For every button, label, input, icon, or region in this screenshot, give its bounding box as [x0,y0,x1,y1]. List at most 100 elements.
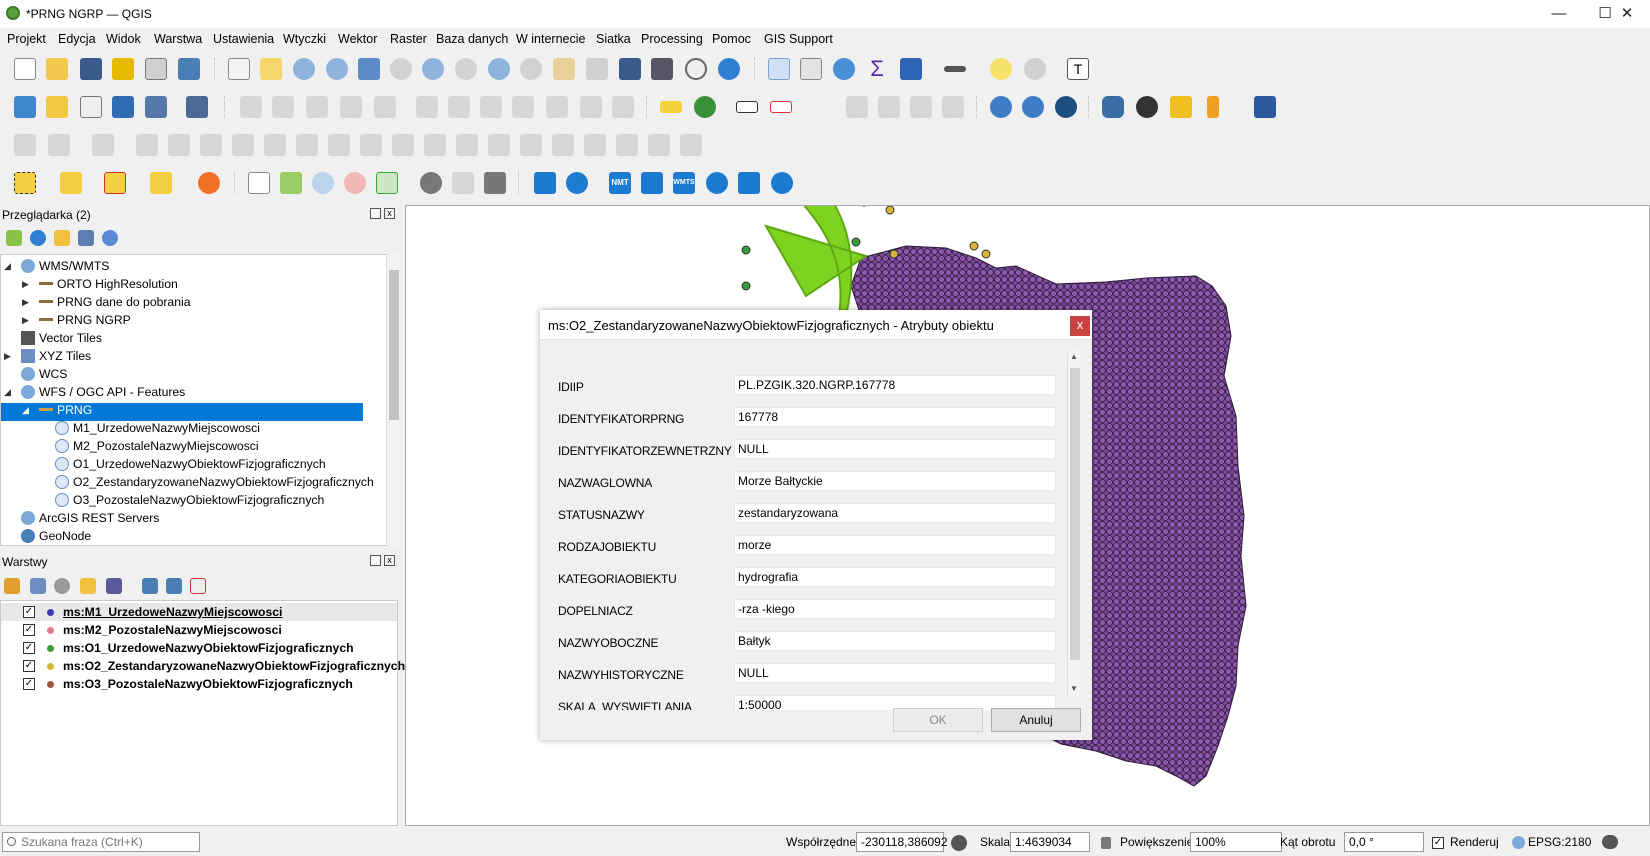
map-tips-icon[interactable] [990,58,1012,80]
web-services-icon[interactable] [1022,96,1044,118]
delete-part-icon[interactable] [392,134,414,156]
menu-ustawienia[interactable]: Ustawienia [213,32,274,46]
add-feature-icon[interactable] [340,96,362,118]
rotate-feature-icon[interactable] [200,134,222,156]
info-icon[interactable] [102,230,118,246]
new-map-view-icon[interactable] [553,58,575,80]
digitize-icon[interactable] [112,96,134,118]
locate-icon[interactable] [344,172,366,194]
field-value-input[interactable]: NULL [734,439,1056,459]
collapse-all-icon[interactable] [166,578,182,594]
field-value-input[interactable]: NULL [734,663,1056,683]
rotate-label-icon[interactable] [910,96,932,118]
select-location-icon[interactable] [150,172,172,194]
extent-icon[interactable] [376,172,398,194]
zoom-point-icon[interactable] [312,172,334,194]
add-part-icon[interactable] [296,134,318,156]
magnifier-field[interactable]: 100% [1190,832,1282,852]
pin-labels-icon[interactable] [770,101,792,113]
layer-visibility-checkbox[interactable]: ✓ [23,642,35,654]
statistics-sigma-icon[interactable]: Σ [866,58,888,80]
python-console-icon[interactable] [1102,96,1124,118]
menu-widok[interactable]: Widok [106,32,141,46]
menu-siatka[interactable]: Siatka [596,32,631,46]
user-icon[interactable] [1207,96,1219,118]
reshape-icon[interactable] [424,134,446,156]
binoculars-icon[interactable] [1136,96,1158,118]
field-value-input[interactable]: Morze Bałtyckie [734,471,1056,491]
layer-visibility-checkbox[interactable]: ✓ [23,624,35,636]
close-panel-icon[interactable]: x [384,208,395,219]
tree-item-prng[interactable]: ◢ PRNG [22,401,92,419]
layer-row-o3[interactable]: ✓ ms:O3_PozostaleNazwyObiektowFizjografi… [1,675,397,693]
menu-raster[interactable]: Raster [390,32,427,46]
scroll-up-icon[interactable]: ▲ [1070,352,1078,361]
add-selected-layers-icon[interactable] [6,230,22,246]
menu-pomoc[interactable]: Pomoc [712,32,751,46]
tree-item-geonode[interactable]: GeoNode [21,527,91,545]
crs-label[interactable]: EPSG:2180 [1528,835,1591,849]
crs-globe-icon[interactable] [1512,836,1525,849]
tree-item-o1[interactable]: O1_UrzedoweNazwyObiektowFizjograficznych [55,455,326,473]
merge-attributes-icon[interactable] [648,134,670,156]
reverse-line-icon[interactable] [488,134,510,156]
tree-item-prng-ngrp[interactable]: ▶ PRNG NGRP [22,311,131,329]
layer-row-m1[interactable]: ✓ ms:M1_UrzedoweNazwyMiejscowosci [1,603,397,621]
menu-projekt[interactable]: Projekt [7,32,46,46]
merge-features-icon[interactable] [616,134,638,156]
refresh-browser-icon[interactable] [30,230,46,246]
add-vector-layer-icon[interactable] [80,96,102,118]
layer-visibility-checkbox[interactable]: ✓ [23,678,35,690]
virtual-layer-icon[interactable] [186,96,208,118]
trim-extend-icon[interactable] [520,134,542,156]
modify-attributes-icon[interactable] [416,96,438,118]
tree-item-wms[interactable]: ◢ WMS/WMTS [4,257,109,275]
measure-line-icon[interactable] [944,66,966,72]
field-value-input[interactable]: morze [734,535,1056,555]
refresh-icon[interactable] [718,58,740,80]
rotation-field[interactable]: 0,0 ° [1344,832,1424,852]
plugin-manager-icon[interactable] [1170,96,1192,118]
messages-icon[interactable] [1602,835,1618,849]
zoom-layer-icon[interactable] [422,58,444,80]
delete-selected-icon[interactable] [448,96,470,118]
metasearch-icon[interactable] [990,96,1012,118]
rotate-point-symbols-icon[interactable] [680,134,702,156]
menu-gis-support[interactable]: GIS Support [764,32,833,46]
help-icon[interactable] [1254,96,1276,118]
field-value-input[interactable]: zestandaryzowana [734,503,1056,523]
toggle-editing-icon[interactable] [272,96,294,118]
add-delimited-icon[interactable] [145,96,167,118]
print-layout-icon[interactable] [145,58,167,80]
menu-warstwa[interactable]: Warstwa [154,32,202,46]
deselect-icon[interactable] [104,172,126,194]
fill-ring-icon[interactable] [328,134,350,156]
float-panel-icon[interactable] [370,555,381,566]
close-panel-icon[interactable]: x [384,555,395,566]
ogc-client-icon[interactable] [1055,96,1077,118]
tree-item-o3[interactable]: O3_PozostaleNazwyObiektowFizjograficznyc… [55,491,324,509]
scrollbar-thumb[interactable] [389,270,399,420]
layer-row-o1[interactable]: ✓ ms:O1_UrzedoweNazwyObiektowFizjografic… [1,639,397,657]
zoom-last-icon[interactable] [488,58,510,80]
field-value-input[interactable]: -rza -kiego [734,599,1056,619]
label-toolbar-icon[interactable] [660,101,682,113]
coordinate-field[interactable]: -230118,386092 [856,832,948,852]
menu-wektor[interactable]: Wektor [338,32,377,46]
redo-icon[interactable] [612,96,634,118]
tree-item-orto[interactable]: ▶ ORTO HighResolution [22,275,178,293]
layer-row-m2[interactable]: ✓ ms:M2_PozostaleNazwyMiejscowosci [1,621,397,639]
collapse-all-icon[interactable] [78,230,94,246]
globe-grid-icon[interactable] [420,172,442,194]
new-project-icon[interactable] [14,58,36,80]
zoom-native-icon[interactable] [455,58,477,80]
undo-icon[interactable] [580,96,602,118]
field-value-input[interactable]: Bałtyk [734,631,1056,651]
tree-item-wfs[interactable]: ◢ WFS / OGC API - Features [4,383,185,401]
select-features-icon[interactable] [14,172,36,194]
temporal-controller-icon[interactable] [685,58,707,80]
filter-legend-icon[interactable] [80,578,96,594]
pan-to-selection-icon[interactable] [260,58,282,80]
change-label-icon[interactable] [942,96,964,118]
offset-curve-icon[interactable] [456,134,478,156]
